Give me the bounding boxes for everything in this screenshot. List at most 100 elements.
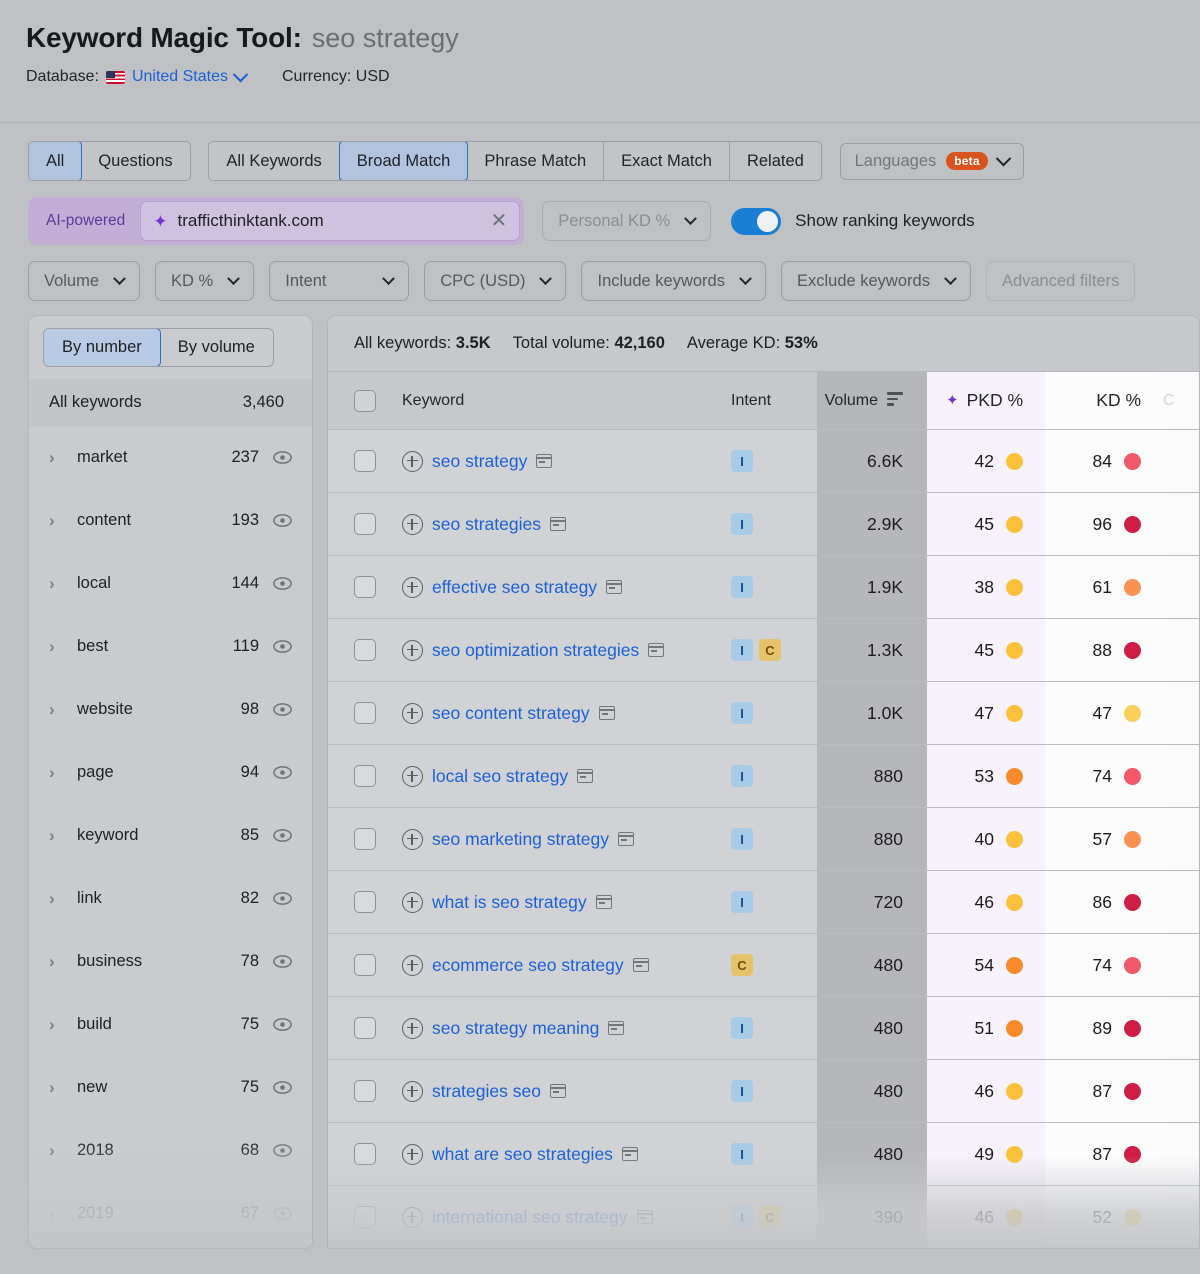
chevron-right-icon[interactable]: ›: [49, 952, 71, 972]
sidebar-group-item[interactable]: › local 144: [29, 552, 312, 615]
sidebar-sort-by-number[interactable]: By number: [43, 329, 161, 366]
add-keyword-icon[interactable]: [402, 765, 423, 787]
add-keyword-icon[interactable]: [402, 639, 423, 661]
eye-icon[interactable]: [273, 955, 292, 968]
keyword-link[interactable]: what is seo strategy: [432, 892, 587, 913]
eye-icon[interactable]: [273, 1144, 292, 1157]
table-row[interactable]: effective seo strategy I 1.9K 38 61: [328, 555, 1199, 618]
row-checkbox[interactable]: [354, 765, 376, 787]
keyword-link[interactable]: strategies seo: [432, 1081, 541, 1102]
chevron-right-icon[interactable]: ›: [49, 763, 71, 783]
add-keyword-icon[interactable]: [402, 954, 423, 976]
intent-badge-i[interactable]: I: [731, 1143, 753, 1165]
intent-badge-i[interactable]: I: [731, 1017, 753, 1039]
row-checkbox[interactable]: [354, 1017, 376, 1039]
tab-broad-match[interactable]: Broad Match: [338, 142, 469, 180]
column-header-pkd[interactable]: ✦ PKD %: [927, 372, 1045, 429]
table-row[interactable]: seo marketing strategy I 880 40 57: [328, 807, 1199, 870]
row-checkbox[interactable]: [354, 1206, 376, 1228]
sidebar-group-item[interactable]: › business 78: [29, 930, 312, 993]
add-keyword-icon[interactable]: [402, 450, 423, 472]
filter-advanced[interactable]: Advanced filters: [985, 261, 1136, 301]
sidebar-group-item[interactable]: › 2019 67: [29, 1182, 312, 1245]
intent-badge-i[interactable]: I: [731, 639, 753, 661]
table-row[interactable]: local seo strategy I 880 53 74: [328, 744, 1199, 807]
intent-badge-i[interactable]: I: [731, 828, 753, 850]
sidebar-group-item[interactable]: › 2018 68: [29, 1119, 312, 1182]
chevron-right-icon[interactable]: ›: [49, 826, 71, 846]
add-keyword-icon[interactable]: [402, 513, 423, 535]
chevron-right-icon[interactable]: ›: [49, 1204, 71, 1224]
eye-icon[interactable]: [273, 892, 292, 905]
column-header-keyword[interactable]: Keyword: [402, 392, 731, 410]
keyword-link[interactable]: seo content strategy: [432, 703, 590, 724]
chevron-down-icon[interactable]: [944, 271, 957, 285]
row-checkbox[interactable]: [354, 702, 376, 724]
tab-exact-match[interactable]: Exact Match: [604, 142, 730, 180]
intent-badge-i[interactable]: I: [731, 513, 753, 535]
intent-badge-i[interactable]: I: [731, 891, 753, 913]
column-header-kd[interactable]: KD %: [1045, 372, 1163, 429]
table-row[interactable]: seo content strategy I 1.0K 47 47: [328, 681, 1199, 744]
show-ranking-keywords-toggle[interactable]: [731, 207, 782, 235]
chevron-right-icon[interactable]: ›: [49, 574, 71, 594]
intent-badge-i[interactable]: I: [731, 576, 753, 598]
column-header-volume[interactable]: Volume: [817, 372, 927, 429]
intent-badge-c[interactable]: C: [759, 1206, 781, 1228]
chevron-down-icon[interactable]: [113, 271, 126, 285]
eye-icon[interactable]: [273, 1018, 292, 1031]
table-row[interactable]: ecommerce seo strategy C 480 54 74: [328, 933, 1199, 996]
add-keyword-icon[interactable]: [402, 702, 423, 724]
keyword-link[interactable]: local seo strategy: [432, 766, 568, 787]
serp-preview-icon[interactable]: [636, 1210, 653, 1224]
database-value[interactable]: United States: [132, 68, 228, 86]
row-checkbox[interactable]: [354, 1080, 376, 1102]
add-keyword-icon[interactable]: [402, 1080, 423, 1102]
sidebar-group-item[interactable]: › website 98: [29, 678, 312, 741]
select-all-checkbox[interactable]: [354, 389, 376, 412]
intent-badge-i[interactable]: I: [731, 1206, 753, 1228]
chevron-down-icon[interactable]: [539, 271, 553, 285]
chevron-down-icon[interactable]: [227, 271, 241, 285]
filter-kd[interactable]: KD %: [155, 261, 255, 301]
filter-intent[interactable]: Intent: [269, 261, 410, 301]
table-row[interactable]: seo strategy I 6.6K 42 84: [328, 429, 1199, 492]
serp-preview-icon[interactable]: [621, 1147, 638, 1161]
tab-all-keywords[interactable]: All Keywords: [209, 142, 340, 180]
serp-preview-icon[interactable]: [648, 643, 665, 657]
tab-related[interactable]: Related: [730, 142, 821, 180]
eye-icon[interactable]: [273, 640, 292, 653]
keyword-link[interactable]: seo optimization strategies: [432, 640, 639, 661]
add-keyword-icon[interactable]: [402, 828, 423, 850]
filter-exclude-keywords[interactable]: Exclude keywords: [780, 261, 971, 301]
add-keyword-icon[interactable]: [402, 576, 423, 598]
chevron-right-icon[interactable]: ›: [49, 1141, 71, 1161]
tab-phrase-match[interactable]: Phrase Match: [467, 142, 605, 180]
intent-badge-i[interactable]: I: [731, 702, 753, 724]
chevron-right-icon[interactable]: ›: [49, 637, 71, 657]
chevron-right-icon[interactable]: ›: [49, 511, 71, 531]
eye-icon[interactable]: [273, 1081, 292, 1094]
table-row[interactable]: what is seo strategy I 720 46 86: [328, 870, 1199, 933]
chevron-down-icon[interactable]: [995, 150, 1012, 166]
serp-preview-icon[interactable]: [606, 580, 623, 594]
table-row[interactable]: strategies seo I 480 46 87: [328, 1059, 1199, 1122]
sidebar-group-item[interactable]: › page 94: [29, 741, 312, 804]
serp-preview-icon[interactable]: [577, 769, 594, 783]
sidebar-group-item[interactable]: › new 75: [29, 1056, 312, 1119]
keyword-link[interactable]: effective seo strategy: [432, 577, 597, 598]
chevron-down-icon[interactable]: [739, 271, 752, 285]
languages-dropdown[interactable]: Languages beta: [839, 142, 1024, 180]
eye-icon[interactable]: [273, 829, 292, 842]
tab-questions[interactable]: Questions: [81, 142, 189, 180]
database-selector[interactable]: Database: United States: [26, 66, 249, 86]
row-checkbox[interactable]: [354, 1143, 376, 1165]
sidebar-group-item[interactable]: › best 119: [29, 615, 312, 678]
serp-preview-icon[interactable]: [632, 958, 649, 972]
add-keyword-icon[interactable]: [402, 1206, 423, 1228]
sidebar-group-item[interactable]: › build 75: [29, 993, 312, 1056]
keyword-link[interactable]: ecommerce seo strategy: [432, 955, 624, 976]
serp-preview-icon[interactable]: [549, 517, 566, 531]
intent-badge-i[interactable]: I: [731, 765, 753, 787]
chevron-right-icon[interactable]: ›: [49, 1078, 71, 1098]
